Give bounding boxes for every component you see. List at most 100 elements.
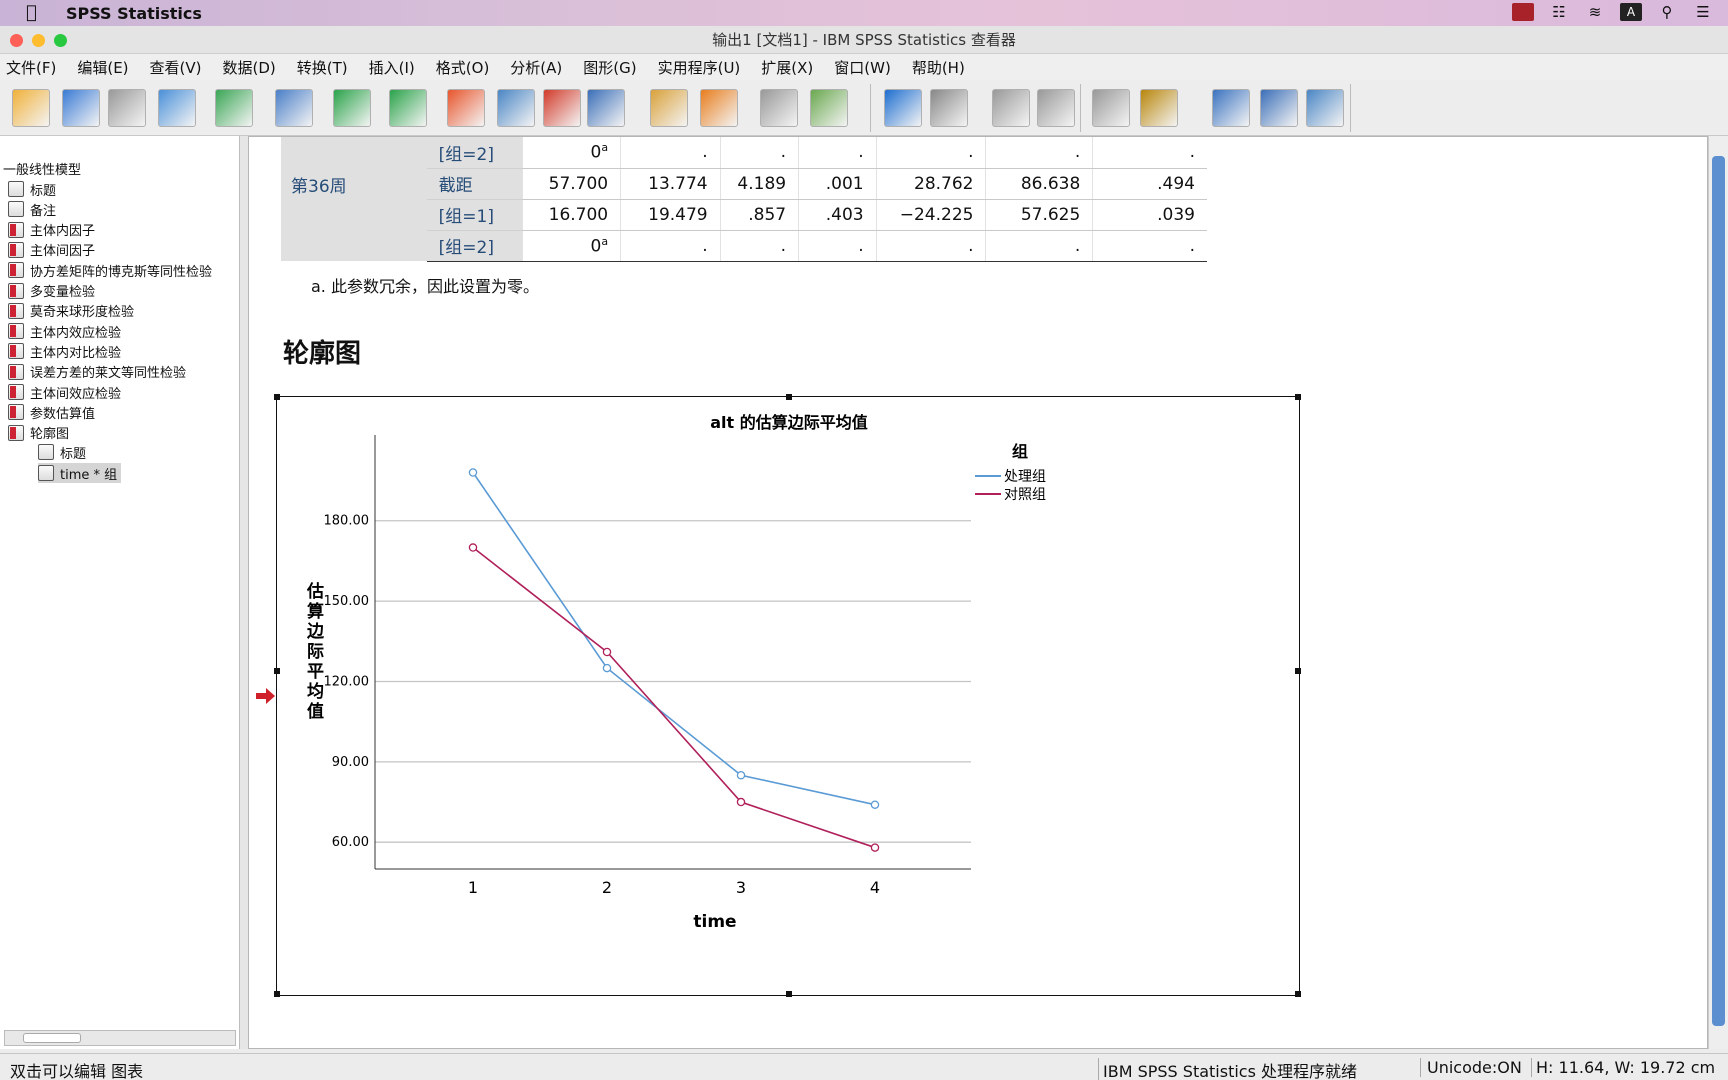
cell-value: . xyxy=(968,142,974,163)
table-cell: 4.189 xyxy=(719,168,799,200)
hide-icon[interactable] xyxy=(1140,89,1178,127)
resize-handle[interactable] xyxy=(786,394,792,400)
toolbar-separator xyxy=(870,84,871,132)
resize-handle[interactable] xyxy=(1295,394,1301,400)
menu-item-10[interactable]: 扩展(X) xyxy=(761,57,813,78)
cell-value: 28.762 xyxy=(914,173,974,194)
navigator-item-7[interactable]: 主体内效应检验 xyxy=(8,321,121,341)
menu-item-7[interactable]: 分析(A) xyxy=(510,57,562,78)
menu-item-6[interactable]: 格式(O) xyxy=(436,57,490,78)
x-axis-label: time xyxy=(693,912,736,932)
export-icon[interactable] xyxy=(215,89,253,127)
data-point xyxy=(602,663,612,673)
y-tick-label: 90.00 xyxy=(332,755,369,770)
navigator-child-1[interactable]: time * 组 xyxy=(38,463,122,483)
insert-title-icon[interactable] xyxy=(1260,89,1298,127)
navigator-item-8[interactable]: 主体内对比检验 xyxy=(8,341,121,361)
close-window-button[interactable] xyxy=(10,34,23,47)
table-cell: . xyxy=(798,137,877,169)
navigator-item-11[interactable]: 参数估算值 xyxy=(8,402,95,422)
goto-variable-icon[interactable] xyxy=(497,89,535,127)
menu-item-4[interactable]: 转换(T) xyxy=(297,57,348,78)
minimize-window-button[interactable] xyxy=(32,34,45,47)
insert-heading-icon[interactable] xyxy=(1212,89,1250,127)
wifi-icon[interactable]: ≋ xyxy=(1584,3,1606,21)
pane-splitter[interactable] xyxy=(240,136,248,1049)
resize-handle[interactable] xyxy=(274,991,280,997)
resize-handle[interactable] xyxy=(786,991,792,997)
insert-text-icon[interactable] xyxy=(1306,89,1344,127)
table-cell: . xyxy=(1092,137,1207,169)
variables-icon[interactable] xyxy=(587,89,625,127)
table-cell: −24.225 xyxy=(875,199,986,231)
navigator-item-4[interactable]: 协方差矩阵的博克斯等同性检验 xyxy=(8,260,212,280)
content-vscrollbar[interactable] xyxy=(1708,136,1728,1049)
navigator-item-5[interactable]: 多变量检验 xyxy=(8,281,95,301)
navigator-item-label: 一般线性模型 xyxy=(3,162,82,178)
insert-cases-icon[interactable] xyxy=(543,89,581,127)
navigator-hscrollbar[interactable] xyxy=(4,1030,236,1046)
menu-item-9[interactable]: 实用程序(U) xyxy=(658,57,741,78)
input-method-icon[interactable]: A xyxy=(1620,3,1642,21)
collapse-icon[interactable] xyxy=(1037,89,1075,127)
chart-title: alt 的估算边际平均值 xyxy=(710,413,868,432)
table-cell: 0a xyxy=(522,230,621,262)
menu-item-8[interactable]: 图形(G) xyxy=(583,57,636,78)
show-icon[interactable] xyxy=(1092,89,1130,127)
y-tick-label: 60.00 xyxy=(332,835,369,850)
goto-case-icon[interactable] xyxy=(447,89,485,127)
output-viewer: [组=2] 0a...... 第36周 截距 57.700 13.774 4.189.001… xyxy=(248,136,1708,1049)
calendar-icon[interactable]: ☷ xyxy=(1548,3,1570,21)
window-titlebar: 输出1 [文档1] - IBM SPSS Statistics 查看器 xyxy=(0,26,1728,54)
resize-handle[interactable] xyxy=(1295,668,1301,674)
run-icon[interactable] xyxy=(700,89,738,127)
print-icon[interactable] xyxy=(108,89,146,127)
forward-icon[interactable] xyxy=(930,89,968,127)
add-script-icon[interactable] xyxy=(810,89,848,127)
navigator-item-9[interactable]: 误差方差的莱文等同性检验 xyxy=(8,362,186,382)
search-icon[interactable]: ⚲ xyxy=(1656,3,1678,21)
menu-item-11[interactable]: 窗口(W) xyxy=(834,57,891,78)
recall-dialog-icon[interactable] xyxy=(275,89,313,127)
save-icon[interactable] xyxy=(62,89,100,127)
resize-handle[interactable] xyxy=(274,668,280,674)
apple-icon[interactable]:  xyxy=(26,4,44,22)
status-bar: 双击可以编辑 图表 IBM SPSS Statistics 处理程序就绪 Uni… xyxy=(0,1053,1728,1080)
app-name[interactable]: SPSS Statistics xyxy=(66,4,202,23)
resize-handle[interactable] xyxy=(274,394,280,400)
navigator-item-10[interactable]: 主体间效应检验 xyxy=(8,382,121,402)
resize-handle[interactable] xyxy=(1295,991,1301,997)
redo-icon[interactable] xyxy=(389,89,427,127)
video-icon[interactable] xyxy=(1512,3,1534,21)
navigator-item-12[interactable]: 轮廓图 xyxy=(8,423,69,443)
cell-value: 16.700 xyxy=(548,204,609,225)
status-unicode: Unicode:ON xyxy=(1420,1058,1522,1077)
navigator-item-2[interactable]: 主体内因子 xyxy=(8,220,95,240)
back-icon[interactable] xyxy=(884,89,922,127)
cell-value: 0 xyxy=(590,143,602,164)
control-center-icon[interactable]: ☰ xyxy=(1692,3,1714,21)
navigator-item-6[interactable]: 莫奇来球形度检验 xyxy=(8,301,134,321)
navigator-item-3[interactable]: 主体间因子 xyxy=(8,240,95,260)
menu-item-0[interactable]: 文件(F) xyxy=(6,57,56,78)
navigator-child-0[interactable]: 标题 xyxy=(38,442,86,462)
menu-item-12[interactable]: 帮助(H) xyxy=(912,57,965,78)
cell-value: .403 xyxy=(825,204,864,225)
menu-item-3[interactable]: 数据(D) xyxy=(223,57,276,78)
print-preview-icon[interactable] xyxy=(158,89,196,127)
navigator-item-1[interactable]: 备注 xyxy=(8,199,56,219)
menu-item-1[interactable]: 编辑(E) xyxy=(77,57,128,78)
table-row: 第36周 截距 57.700 13.774 4.189 .001 28.762 86.638.… xyxy=(281,168,1207,261)
menu-item-5[interactable]: 插入(I) xyxy=(369,57,415,78)
table-cell: .001 xyxy=(798,168,877,200)
navigator-item-0[interactable]: 标题 xyxy=(8,179,56,199)
profile-chart[interactable]: 60.00 90.00 120.00 150.00 180.00 1 2 3 4 组处理组 对照… xyxy=(274,394,1301,997)
expand-icon[interactable] xyxy=(992,89,1030,127)
undo-icon[interactable] xyxy=(333,89,371,127)
menu-item-2[interactable]: 查看(V) xyxy=(150,57,202,78)
designate-window-icon[interactable] xyxy=(760,89,798,127)
navigator-root[interactable]: 一般线性模型 xyxy=(3,158,81,178)
zoom-window-button[interactable] xyxy=(54,34,67,47)
open-icon[interactable] xyxy=(12,89,50,127)
edit-output-icon[interactable] xyxy=(650,89,688,127)
